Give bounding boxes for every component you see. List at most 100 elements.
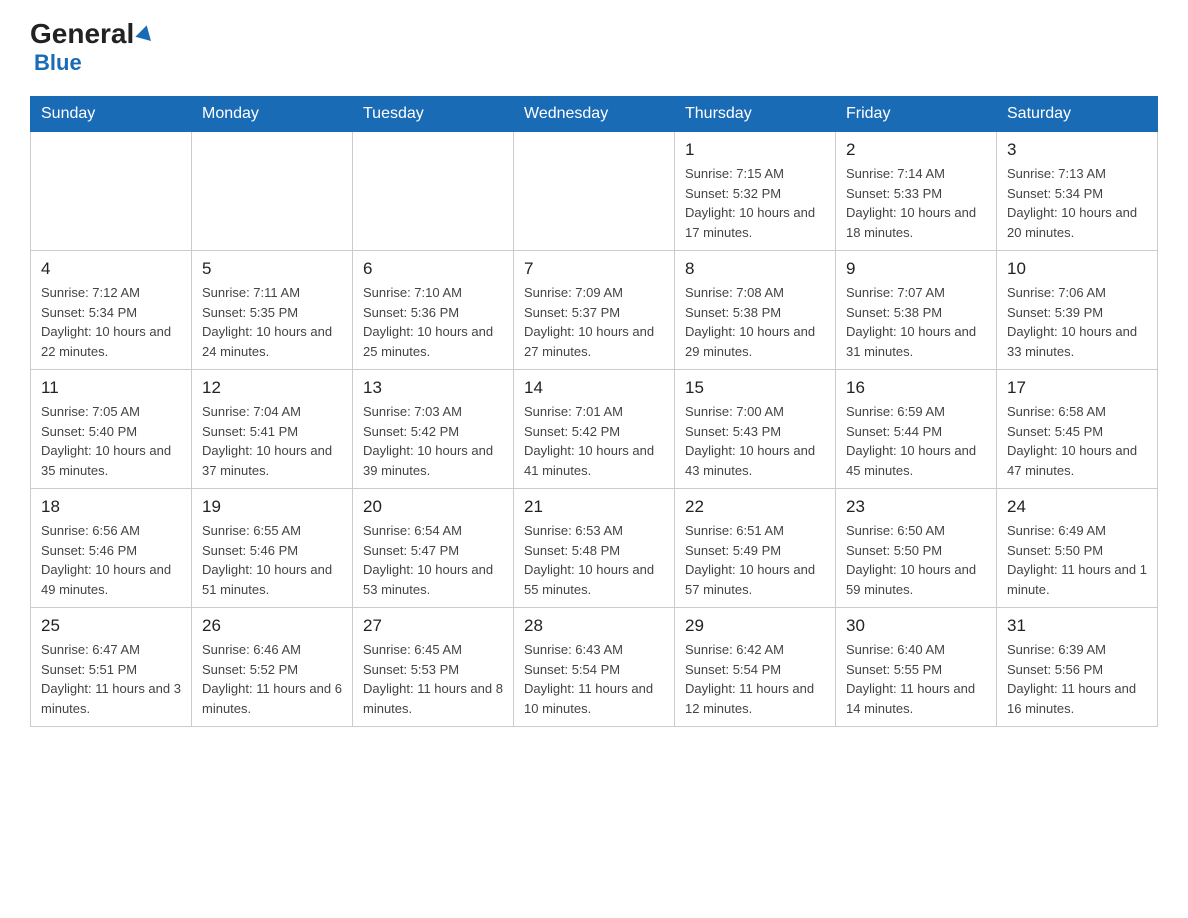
calendar-cell: 31 Sunrise: 6:39 AM Sunset: 5:56 PM Dayli… xyxy=(997,608,1158,727)
day-number: 27 xyxy=(363,616,503,636)
day-info: Sunrise: 7:05 AM Sunset: 5:40 PM Dayligh… xyxy=(41,402,181,480)
day-info: Sunrise: 6:59 AM Sunset: 5:44 PM Dayligh… xyxy=(846,402,986,480)
calendar-header-row: SundayMondayTuesdayWednesdayThursdayFrid… xyxy=(31,97,1158,132)
day-info: Sunrise: 6:51 AM Sunset: 5:49 PM Dayligh… xyxy=(685,521,825,599)
weekday-header-sunday: Sunday xyxy=(31,97,192,132)
calendar-cell: 29Sunrise: 6:42 AM Sunset: 5:54 PM Dayli… xyxy=(675,608,836,727)
calendar-cell: 1 Sunrise: 7:15 AM Sunset: 5:32 PM Daylig… xyxy=(675,132,836,251)
day-number: 10 xyxy=(1007,259,1147,279)
calendar-cell: 25 Sunrise: 6:47 AM Sunset: 5:51 PM Dayli… xyxy=(31,608,192,727)
calendar-cell: 4Sunrise: 7:12 AM Sunset: 5:34 PM Daylig… xyxy=(31,251,192,370)
day-number: 24 xyxy=(1007,497,1147,517)
calendar-week-row: 18 Sunrise: 6:56 AM Sunset: 5:46 PM Dayli… xyxy=(31,489,1158,608)
weekday-header-thursday: Thursday xyxy=(675,97,836,132)
day-info: Sunrise: 7:03 AM Sunset: 5:42 PM Dayligh… xyxy=(363,402,503,480)
day-number: 21 xyxy=(524,497,664,517)
logo-blue-text: Blue xyxy=(30,50,82,76)
calendar-cell: 26 Sunrise: 6:46 AM Sunset: 5:52 PM Dayli… xyxy=(192,608,353,727)
calendar-cell: 17 Sunrise: 6:58 AM Sunset: 5:45 PM Dayli… xyxy=(997,370,1158,489)
day-number: 5 xyxy=(202,259,342,279)
day-info: Sunrise: 7:14 AM Sunset: 5:33 PM Dayligh… xyxy=(846,164,986,242)
day-number: 2 xyxy=(846,140,986,160)
calendar-cell xyxy=(192,132,353,251)
day-info: Sunrise: 7:06 AM Sunset: 5:39 PM Dayligh… xyxy=(1007,283,1147,361)
calendar-cell: 19 Sunrise: 6:55 AM Sunset: 5:46 PM Dayli… xyxy=(192,489,353,608)
calendar-cell: 11Sunrise: 7:05 AM Sunset: 5:40 PM Dayli… xyxy=(31,370,192,489)
day-number: 26 xyxy=(202,616,342,636)
calendar-cell: 30 Sunrise: 6:40 AM Sunset: 5:55 PM Dayli… xyxy=(836,608,997,727)
day-number: 1 xyxy=(685,140,825,160)
calendar-week-row: 4Sunrise: 7:12 AM Sunset: 5:34 PM Daylig… xyxy=(31,251,1158,370)
day-info: Sunrise: 6:53 AM Sunset: 5:48 PM Dayligh… xyxy=(524,521,664,599)
calendar-cell: 12 Sunrise: 7:04 AM Sunset: 5:41 PM Dayli… xyxy=(192,370,353,489)
calendar-cell: 18 Sunrise: 6:56 AM Sunset: 5:46 PM Dayli… xyxy=(31,489,192,608)
calendar-cell xyxy=(31,132,192,251)
calendar-cell: 7Sunrise: 7:09 AM Sunset: 5:37 PM Daylig… xyxy=(514,251,675,370)
day-info: Sunrise: 7:10 AM Sunset: 5:36 PM Dayligh… xyxy=(363,283,503,361)
day-info: Sunrise: 7:15 AM Sunset: 5:32 PM Dayligh… xyxy=(685,164,825,242)
day-number: 9 xyxy=(846,259,986,279)
calendar-cell: 20 Sunrise: 6:54 AM Sunset: 5:47 PM Dayli… xyxy=(353,489,514,608)
day-info: Sunrise: 6:58 AM Sunset: 5:45 PM Dayligh… xyxy=(1007,402,1147,480)
calendar-cell xyxy=(514,132,675,251)
day-info: Sunrise: 6:47 AM Sunset: 5:51 PM Dayligh… xyxy=(41,640,181,718)
day-number: 17 xyxy=(1007,378,1147,398)
day-number: 30 xyxy=(846,616,986,636)
calendar-week-row: 1 Sunrise: 7:15 AM Sunset: 5:32 PM Daylig… xyxy=(31,132,1158,251)
day-info: Sunrise: 7:01 AM Sunset: 5:42 PM Dayligh… xyxy=(524,402,664,480)
day-number: 18 xyxy=(41,497,181,517)
day-info: Sunrise: 6:49 AM Sunset: 5:50 PM Dayligh… xyxy=(1007,521,1147,599)
day-info: Sunrise: 6:40 AM Sunset: 5:55 PM Dayligh… xyxy=(846,640,986,718)
day-number: 22 xyxy=(685,497,825,517)
day-info: Sunrise: 6:42 AM Sunset: 5:54 PM Dayligh… xyxy=(685,640,825,718)
calendar-cell: 9 Sunrise: 7:07 AM Sunset: 5:38 PM Daylig… xyxy=(836,251,997,370)
day-info: Sunrise: 6:46 AM Sunset: 5:52 PM Dayligh… xyxy=(202,640,342,718)
weekday-header-saturday: Saturday xyxy=(997,97,1158,132)
day-info: Sunrise: 7:00 AM Sunset: 5:43 PM Dayligh… xyxy=(685,402,825,480)
day-number: 19 xyxy=(202,497,342,517)
calendar-cell: 5Sunrise: 7:11 AM Sunset: 5:35 PM Daylig… xyxy=(192,251,353,370)
day-info: Sunrise: 6:55 AM Sunset: 5:46 PM Dayligh… xyxy=(202,521,342,599)
calendar-cell: 23 Sunrise: 6:50 AM Sunset: 5:50 PM Dayli… xyxy=(836,489,997,608)
day-number: 8 xyxy=(685,259,825,279)
day-info: Sunrise: 7:12 AM Sunset: 5:34 PM Dayligh… xyxy=(41,283,181,361)
day-info: Sunrise: 7:07 AM Sunset: 5:38 PM Dayligh… xyxy=(846,283,986,361)
day-number: 13 xyxy=(363,378,503,398)
day-info: Sunrise: 6:50 AM Sunset: 5:50 PM Dayligh… xyxy=(846,521,986,599)
calendar-cell: 24 Sunrise: 6:49 AM Sunset: 5:50 PM Dayli… xyxy=(997,489,1158,608)
logo-general: General xyxy=(30,20,154,48)
day-info: Sunrise: 6:54 AM Sunset: 5:47 PM Dayligh… xyxy=(363,521,503,599)
calendar-cell: 21 Sunrise: 6:53 AM Sunset: 5:48 PM Dayli… xyxy=(514,489,675,608)
calendar-cell: 8 Sunrise: 7:08 AM Sunset: 5:38 PM Daylig… xyxy=(675,251,836,370)
day-number: 23 xyxy=(846,497,986,517)
calendar-cell: 6Sunrise: 7:10 AM Sunset: 5:36 PM Daylig… xyxy=(353,251,514,370)
calendar-cell: 22 Sunrise: 6:51 AM Sunset: 5:49 PM Dayli… xyxy=(675,489,836,608)
calendar-cell: 27Sunrise: 6:45 AM Sunset: 5:53 PM Dayli… xyxy=(353,608,514,727)
calendar-week-row: 25 Sunrise: 6:47 AM Sunset: 5:51 PM Dayli… xyxy=(31,608,1158,727)
calendar-cell: 10 Sunrise: 7:06 AM Sunset: 5:39 PM Dayli… xyxy=(997,251,1158,370)
day-info: Sunrise: 6:43 AM Sunset: 5:54 PM Dayligh… xyxy=(524,640,664,718)
day-number: 20 xyxy=(363,497,503,517)
weekday-header-friday: Friday xyxy=(836,97,997,132)
calendar-cell: 15Sunrise: 7:00 AM Sunset: 5:43 PM Dayli… xyxy=(675,370,836,489)
calendar-cell: 13 Sunrise: 7:03 AM Sunset: 5:42 PM Dayli… xyxy=(353,370,514,489)
weekday-header-monday: Monday xyxy=(192,97,353,132)
day-number: 3 xyxy=(1007,140,1147,160)
day-number: 31 xyxy=(1007,616,1147,636)
day-info: Sunrise: 7:13 AM Sunset: 5:34 PM Dayligh… xyxy=(1007,164,1147,242)
day-number: 16 xyxy=(846,378,986,398)
calendar-cell: 16 Sunrise: 6:59 AM Sunset: 5:44 PM Dayli… xyxy=(836,370,997,489)
calendar-cell: 3 Sunrise: 7:13 AM Sunset: 5:34 PM Daylig… xyxy=(997,132,1158,251)
day-number: 28 xyxy=(524,616,664,636)
day-number: 25 xyxy=(41,616,181,636)
logo: General Blue xyxy=(30,20,154,76)
weekday-header-tuesday: Tuesday xyxy=(353,97,514,132)
day-info: Sunrise: 6:56 AM Sunset: 5:46 PM Dayligh… xyxy=(41,521,181,599)
calendar-cell: 2 Sunrise: 7:14 AM Sunset: 5:33 PM Daylig… xyxy=(836,132,997,251)
day-number: 12 xyxy=(202,378,342,398)
day-info: Sunrise: 7:08 AM Sunset: 5:38 PM Dayligh… xyxy=(685,283,825,361)
weekday-header-wednesday: Wednesday xyxy=(514,97,675,132)
calendar-cell: 14Sunrise: 7:01 AM Sunset: 5:42 PM Dayli… xyxy=(514,370,675,489)
day-info: Sunrise: 7:04 AM Sunset: 5:41 PM Dayligh… xyxy=(202,402,342,480)
day-info: Sunrise: 6:39 AM Sunset: 5:56 PM Dayligh… xyxy=(1007,640,1147,718)
